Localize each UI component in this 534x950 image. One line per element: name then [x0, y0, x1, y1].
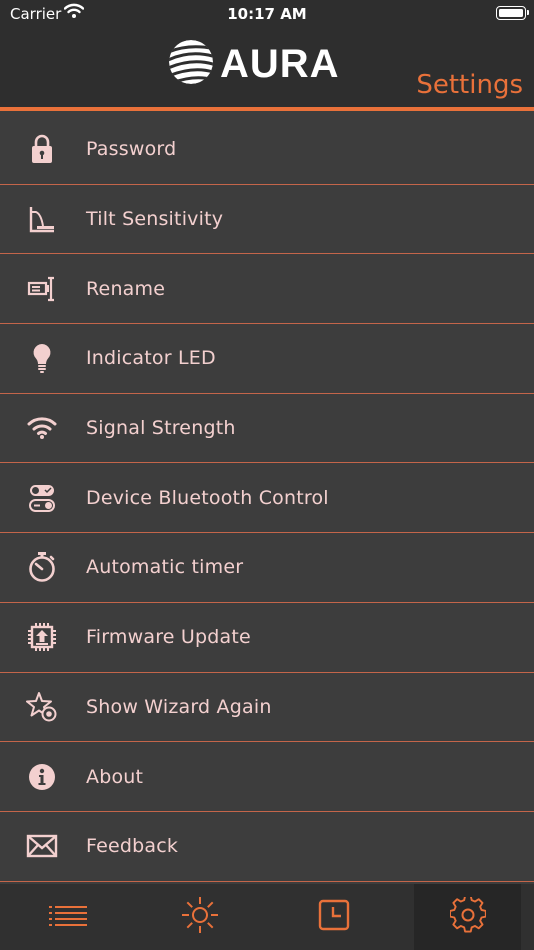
aura-logo: AURA [168, 39, 368, 86]
stopwatch-icon [26, 551, 58, 583]
tab-light[interactable] [146, 884, 253, 950]
settings-menu: Password Tilt Sensitivity Rename Indicat… [0, 115, 534, 882]
tab-settings[interactable] [414, 884, 521, 950]
app-header: AURA Settings [0, 30, 534, 111]
menu-item-label: Show Wizard Again [86, 695, 272, 718]
menu-item-label: Password [86, 138, 177, 161]
menu-item-label: About [86, 765, 144, 788]
lock-icon [26, 133, 58, 165]
menu-item-show-wizard-again[interactable]: Show Wizard Again [0, 673, 534, 743]
rename-icon [26, 273, 58, 305]
page-title: Settings [416, 70, 523, 100]
menu-item-label: Device Bluetooth Control [86, 486, 329, 509]
info-icon [26, 761, 58, 793]
chip-upload-icon [26, 621, 58, 653]
menu-item-rename[interactable]: Rename [0, 254, 534, 325]
gear-icon [448, 894, 487, 937]
menu-item-label: Indicator LED [86, 347, 216, 370]
sun-icon [180, 895, 220, 939]
battery-icon [496, 6, 529, 20]
tab-bar [0, 884, 534, 950]
menu-item-about[interactable]: About [0, 742, 534, 812]
toggle-icon [26, 482, 58, 514]
menu-item-label: Feedback [86, 835, 179, 858]
menu-item-feedback[interactable]: Feedback [0, 812, 534, 882]
menu-item-label: Tilt Sensitivity [86, 208, 224, 231]
clock-icon [318, 899, 350, 935]
menu-item-label: Automatic timer [86, 556, 244, 579]
menu-item-label: Signal Strength [86, 417, 236, 440]
menu-item-password[interactable]: Password [0, 115, 534, 185]
status-bar: Carrier 10:17 AM [0, 0, 534, 30]
menu-item-tilt-sensitivity[interactable]: Tilt Sensitivity [0, 185, 534, 255]
list-icon [48, 904, 88, 930]
lightbulb-icon [26, 342, 58, 374]
svg-text:AURA: AURA [220, 42, 340, 85]
menu-item-label: Rename [86, 277, 166, 300]
wifi-icon [26, 412, 58, 444]
tab-list[interactable] [14, 884, 121, 950]
menu-item-indicator-led[interactable]: Indicator LED [0, 324, 534, 394]
status-time: 10:17 AM [227, 5, 307, 23]
menu-item-signal-strength[interactable]: Signal Strength [0, 394, 534, 464]
menu-item-firmware-update[interactable]: Firmware Update [0, 603, 534, 673]
menu-item-label: Firmware Update [86, 626, 251, 649]
menu-item-device-bluetooth-control[interactable]: Device Bluetooth Control [0, 463, 534, 534]
star-wand-icon [26, 691, 58, 723]
menu-item-automatic-timer[interactable]: Automatic timer [0, 533, 534, 603]
tilt-icon [26, 203, 58, 235]
tab-timer[interactable] [280, 884, 387, 950]
envelope-icon [26, 830, 58, 862]
